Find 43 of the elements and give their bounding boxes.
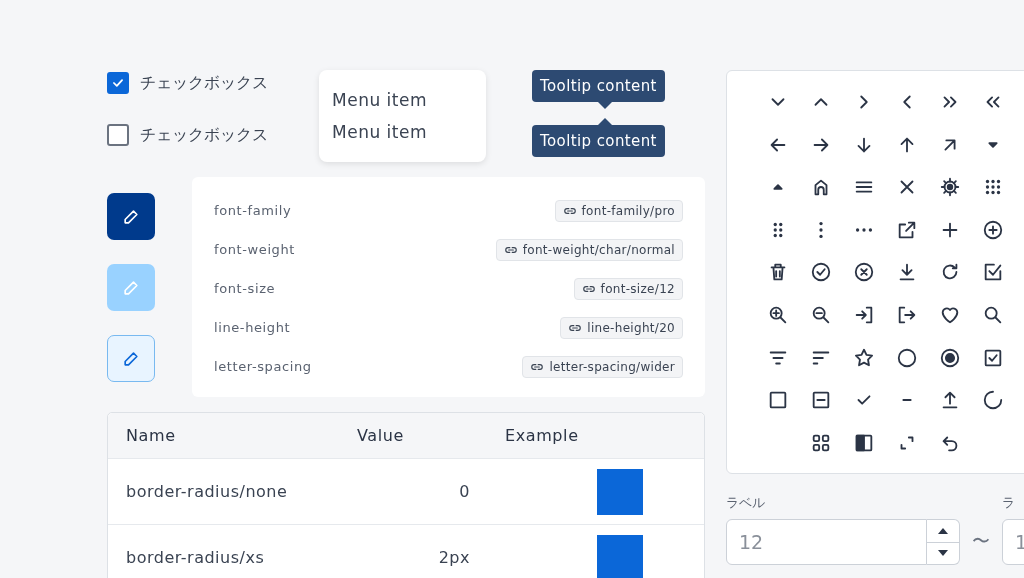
example-swatch — [597, 534, 643, 578]
token-reference[interactable]: font-family/pro — [554, 199, 683, 222]
field-label: ラ — [1002, 494, 1016, 512]
caret-down-icon — [938, 550, 948, 557]
settings-icon[interactable] — [939, 176, 961, 199]
token-reference[interactable]: font-weight/char/normal — [495, 238, 683, 261]
field-label: ラベル — [726, 494, 766, 512]
tooltip: Tooltip content — [532, 70, 665, 102]
range-separator: 〜 — [972, 529, 990, 553]
circle-icon[interactable] — [896, 346, 918, 369]
plus-circle-icon[interactable] — [982, 218, 1004, 241]
checkbox-label[interactable]: チェックボックス — [140, 72, 268, 94]
checkbox[interactable] — [107, 124, 129, 146]
caret-up-icon — [938, 527, 948, 534]
example-swatch — [597, 468, 643, 515]
menu-item[interactable]: Menu item — [319, 84, 486, 116]
radio-icon[interactable] — [939, 346, 961, 369]
check-circle-icon[interactable] — [810, 261, 832, 284]
table-cell-text: 2px — [437, 548, 470, 567]
token-reference[interactable]: letter-spacing/wider — [522, 355, 683, 378]
table-cell-text: border-radius/none — [125, 482, 289, 501]
token-reference[interactable]: font-size/12 — [573, 277, 683, 300]
spinner-icon[interactable] — [982, 389, 1004, 412]
column-header: Name — [125, 426, 177, 445]
column-header: Value — [356, 426, 405, 445]
checkbox-label[interactable]: チェックボックス — [140, 124, 268, 146]
number-field[interactable]: 12 — [726, 519, 927, 565]
tooltip: Tooltip content — [532, 125, 665, 157]
edit-button[interactable] — [107, 193, 155, 240]
column-header: Example — [504, 426, 580, 445]
token-name: letter-spacing — [214, 359, 312, 374]
x-circle-icon[interactable] — [853, 261, 875, 284]
token-name: font-weight — [214, 242, 295, 257]
checkbox[interactable] — [107, 72, 129, 94]
check-icon — [111, 76, 125, 90]
table-cell-text: 0 — [458, 482, 470, 501]
star-icon[interactable] — [853, 346, 875, 369]
token-reference[interactable]: line-height/20 — [560, 316, 683, 339]
token-name: font-size — [214, 281, 276, 296]
menu-item[interactable]: Menu item — [319, 116, 486, 148]
token-name: font-family — [214, 203, 292, 218]
table-cell-text: border-radius/xs — [125, 548, 266, 567]
token-name: line-height — [214, 320, 291, 335]
